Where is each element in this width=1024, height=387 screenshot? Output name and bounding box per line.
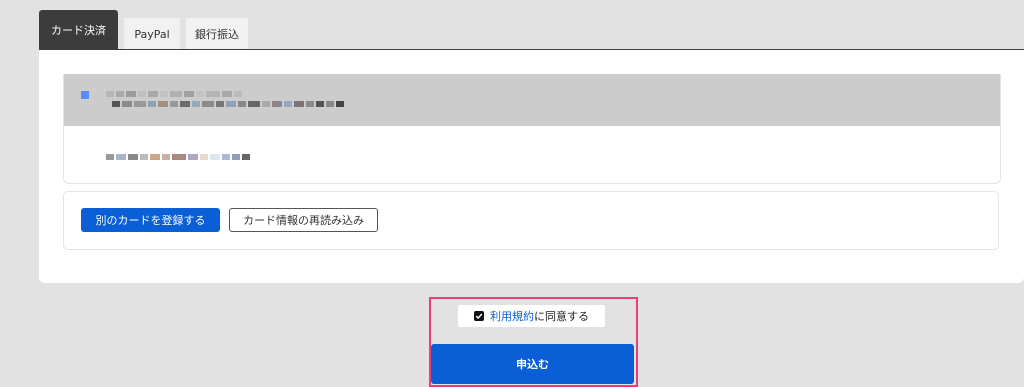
terms-of-use-link[interactable]: 利用規約	[490, 308, 534, 324]
terms-agree-label: に同意する	[534, 310, 589, 323]
card-actions: 別のカードを登録する カード情報の再読み込み	[63, 191, 999, 250]
tab-card-payment[interactable]: カード決済	[39, 10, 118, 50]
submit-application-button[interactable]: 申込む	[431, 344, 634, 384]
payment-method-tabs: カード決済 PayPal 銀行振込	[39, 9, 254, 50]
register-another-card-button[interactable]: 別のカードを登録する	[81, 208, 220, 232]
redacted-other-card-info[interactable]	[106, 154, 250, 160]
tab-bank-transfer[interactable]: 銀行振込	[186, 18, 248, 50]
reload-card-info-button[interactable]: カード情報の再読み込み	[229, 208, 378, 232]
card-payment-panel: 別のカードを登録する カード情報の再読み込み	[39, 50, 1024, 283]
redacted-card-info-line1	[106, 91, 242, 97]
redacted-card-info-line2	[112, 101, 344, 107]
checkmark-icon	[475, 313, 483, 320]
card-radio-selected[interactable]	[81, 91, 89, 99]
tab-paypal[interactable]: PayPal	[124, 18, 180, 50]
terms-checkbox[interactable]	[474, 311, 484, 321]
saved-card-row-selected[interactable]	[64, 74, 1000, 126]
saved-cards-list	[63, 74, 1001, 184]
terms-agreement: 利用規約 に同意する	[458, 305, 605, 327]
